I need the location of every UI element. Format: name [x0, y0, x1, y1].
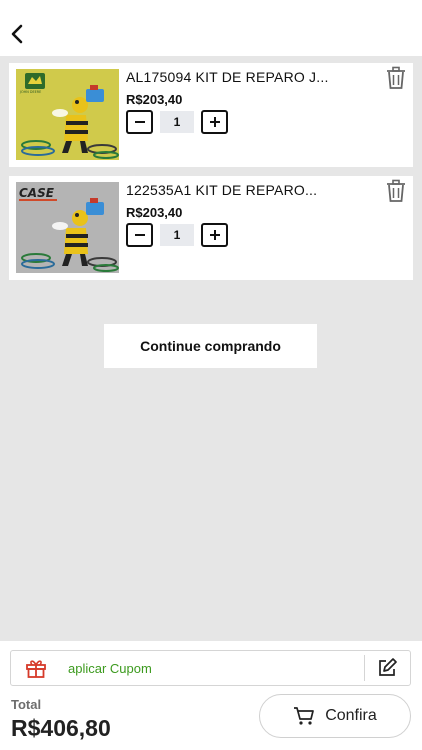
- plus-icon: [209, 230, 220, 240]
- product-price: R$203,40: [126, 205, 183, 220]
- decrease-quantity-button[interactable]: [126, 223, 153, 247]
- coupon-label: aplicar Cupom: [68, 661, 152, 676]
- cart-icon: [294, 707, 315, 725]
- confirm-button[interactable]: Confira: [259, 694, 411, 738]
- coupon-field[interactable]: aplicar Cupom: [10, 650, 411, 686]
- product-image[interactable]: JOHN DEERE: [16, 69, 119, 160]
- increase-quantity-button[interactable]: [201, 223, 228, 247]
- trash-icon: [387, 179, 405, 202]
- remove-item-button[interactable]: [385, 66, 407, 90]
- decrease-quantity-button[interactable]: [126, 110, 153, 134]
- quantity-value[interactable]: 1: [160, 224, 194, 246]
- total-label: Total: [11, 697, 42, 712]
- minus-icon: [134, 234, 145, 236]
- minus-icon: [134, 121, 145, 123]
- trash-icon: [387, 66, 405, 89]
- product-price: R$203,40: [126, 92, 183, 107]
- remove-item-button[interactable]: [385, 179, 407, 203]
- plus-icon: [209, 117, 220, 127]
- case-logo: CASE: [19, 186, 57, 201]
- quantity-stepper: 1: [126, 110, 228, 134]
- increase-quantity-button[interactable]: [201, 110, 228, 134]
- back-button[interactable]: [6, 20, 28, 48]
- svg-text:CASE: CASE: [19, 186, 55, 200]
- cart-item: CASE 122535A1 KIT DE REPARO... R$203,40 …: [9, 176, 413, 280]
- divider: [364, 655, 365, 681]
- svg-text:JOHN DEERE: JOHN DEERE: [19, 90, 41, 94]
- quantity-value[interactable]: 1: [160, 111, 194, 133]
- top-bar: [0, 0, 422, 56]
- chevron-left-icon: [11, 24, 23, 44]
- product-name[interactable]: 122535A1 KIT DE REPARO...: [126, 182, 358, 198]
- total-value: R$406,80: [11, 715, 111, 741]
- cart-item: JOHN DEERE AL175094 KIT DE REPARO J... R…: [9, 63, 413, 167]
- gift-icon: [26, 660, 46, 678]
- product-image[interactable]: CASE: [16, 182, 119, 273]
- quantity-stepper: 1: [126, 223, 228, 247]
- confirm-label: Confira: [325, 707, 377, 724]
- edit-icon[interactable]: [376, 657, 398, 679]
- checkout-footer: aplicar Cupom Total R$406,80 Confira: [0, 641, 422, 750]
- product-name[interactable]: AL175094 KIT DE REPARO J...: [126, 69, 358, 85]
- continue-shopping-button[interactable]: Continue comprando: [104, 324, 317, 368]
